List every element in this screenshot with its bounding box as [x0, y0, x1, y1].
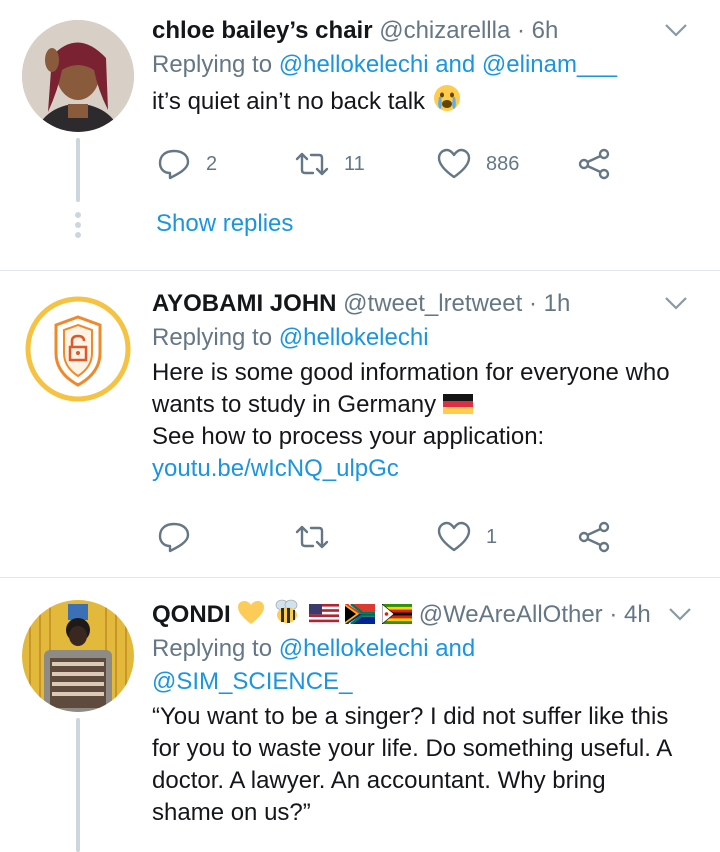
- timestamp[interactable]: 4h: [624, 601, 651, 628]
- replying-to: Replying to @hellokelechi and @SIM_SCIEN…: [152, 632, 708, 698]
- user-handle[interactable]: @chizarellla: [379, 17, 510, 44]
- retweet-count: 11: [344, 152, 365, 175]
- retweet-icon: [295, 525, 329, 549]
- share-icon: [578, 148, 610, 180]
- tweet-actions: 2 11 886: [152, 144, 622, 184]
- share-icon: [578, 521, 610, 553]
- heart-icon: [437, 521, 471, 552]
- url-link[interactable]: youtu.be/wIcNQ_ulpGc: [152, 453, 708, 485]
- display-name[interactable]: chloe bailey’s chair: [152, 17, 373, 44]
- like-count: 1: [486, 525, 498, 548]
- user-handle[interactable]: @WeAreAllOther: [419, 601, 603, 628]
- bee-emoji: [272, 598, 302, 636]
- chevron-down-icon[interactable]: [662, 18, 690, 42]
- separator: ·: [609, 601, 618, 628]
- zimbabwe-flag-emoji: [382, 604, 413, 624]
- share-button[interactable]: [576, 144, 612, 184]
- like-button[interactable]: 886: [436, 144, 519, 184]
- replying-to: Replying to @hellokelechi and @elinam___: [152, 51, 618, 78]
- like-button[interactable]: 1: [436, 517, 497, 557]
- tweet-header: QONDI @WeAreAllOther · 4h: [152, 598, 708, 632]
- avatar[interactable]: [22, 600, 134, 712]
- display-name[interactable]: QONDI: [152, 601, 231, 628]
- timestamp[interactable]: 1h: [544, 290, 571, 317]
- usa-flag-emoji: [308, 604, 339, 624]
- tweet-header: chloe bailey’s chair @chizarellla · 6h: [152, 14, 708, 48]
- tweet[interactable]: QONDI @WeAreAllOther · 4h Replying to @h…: [0, 578, 720, 852]
- chevron-down-icon[interactable]: [662, 291, 690, 315]
- tweet-actions: 1: [152, 517, 622, 557]
- tweet-header: AYOBAMI JOHN @tweet_lretweet · 1h: [152, 287, 708, 321]
- show-replies-link[interactable]: Show replies: [156, 210, 293, 238]
- thread-dots: [74, 212, 82, 242]
- mention-link[interactable]: @SIM_SCIENCE_: [152, 665, 708, 698]
- thread-line: [76, 718, 80, 852]
- user-handle[interactable]: @tweet_lretweet: [343, 290, 522, 317]
- reply-icon: [158, 522, 190, 553]
- heart-icon: [437, 148, 471, 179]
- mention-link[interactable]: @hellokelechi: [279, 324, 429, 351]
- mention-link[interactable]: @hellokelechi and @elinam___: [279, 51, 617, 78]
- yellow-heart-emoji: [237, 600, 265, 636]
- reply-count: 2: [206, 152, 218, 175]
- replying-to: Replying to @hellokelechi: [152, 324, 429, 351]
- avatar[interactable]: [22, 20, 134, 132]
- display-name[interactable]: AYOBAMI JOHN: [152, 290, 336, 317]
- retweet-icon: [295, 152, 329, 176]
- timestamp[interactable]: 6h: [532, 17, 559, 44]
- germany-flag-emoji: [442, 394, 473, 414]
- avatar[interactable]: [22, 293, 134, 405]
- tweet[interactable]: chloe bailey’s chair @chizarellla · 6h R…: [0, 0, 720, 270]
- retweet-button[interactable]: [294, 517, 344, 557]
- tweet-text: Here is some good information for everyo…: [152, 357, 708, 485]
- share-button[interactable]: [576, 517, 612, 557]
- tweet-text: “You want to be a singer? I did not suff…: [152, 703, 673, 826]
- thread-line: [76, 138, 80, 202]
- crying-face-emoji: [432, 83, 462, 122]
- like-count: 886: [486, 152, 520, 175]
- separator: ·: [516, 17, 525, 44]
- separator: ·: [528, 290, 537, 317]
- retweet-button[interactable]: 11: [294, 144, 365, 184]
- reply-button[interactable]: [156, 517, 206, 557]
- mention-link[interactable]: @hellokelechi and: [279, 635, 476, 662]
- chevron-down-icon[interactable]: [666, 602, 694, 626]
- reply-button[interactable]: 2: [156, 144, 217, 184]
- reply-icon: [158, 149, 190, 180]
- tweet-text: it’s quiet ain’t no back talk: [152, 83, 708, 122]
- tweet[interactable]: AYOBAMI JOHN @tweet_lretweet · 1h Replyi…: [0, 271, 720, 577]
- south-africa-flag-emoji: [345, 604, 376, 624]
